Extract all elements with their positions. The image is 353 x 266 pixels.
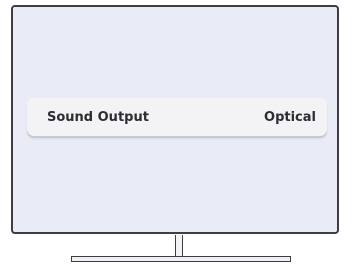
tv-screen: Sound Output Optical [11,5,339,234]
sound-output-setting[interactable]: Sound Output Optical [27,98,327,136]
setting-value: Optical [264,109,316,125]
setting-label: Sound Output [47,109,149,125]
tv-stand-neck [175,235,183,256]
tv-illustration: Sound Output Optical [0,0,353,266]
tv-stand-base [71,256,291,262]
